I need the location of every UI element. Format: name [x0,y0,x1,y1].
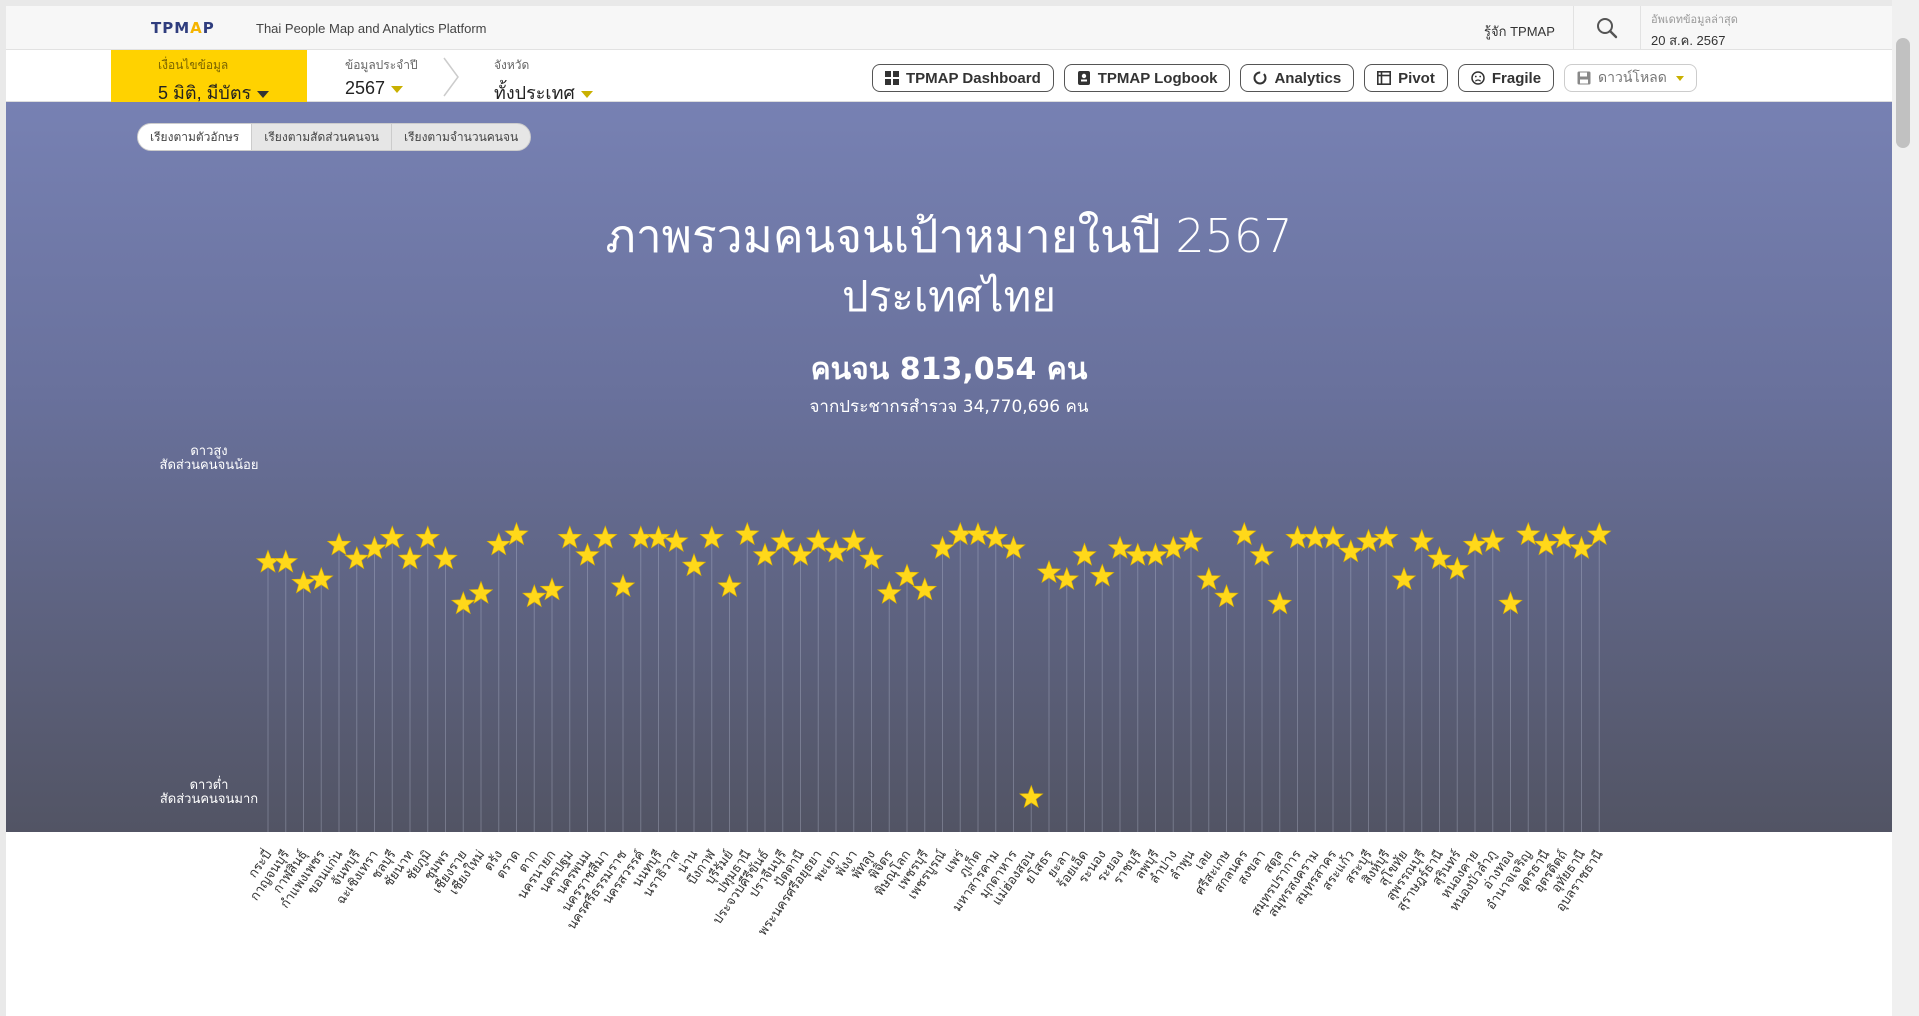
province-label: จังหวัด [494,58,530,72]
year-value: 2567 [345,78,386,98]
analytics-label: Analytics [1274,69,1342,87]
fragile-button[interactable]: Fragile [1457,64,1555,92]
browser-viewport: TPMAP Thai People Map and Analytics Plat… [6,6,1892,1016]
pivot-button[interactable]: Pivot [1364,64,1448,92]
province-star-chart: กระบี่กาญจนบุรีกาฬสินธุ์กำแพงเพชรขอนแก่น… [244,521,1612,939]
logbook-button[interactable]: TPMAP Logbook [1063,64,1231,92]
logbook-label: TPMAP Logbook [1097,69,1218,87]
download-button[interactable]: ดาวน์โหลด [1564,64,1697,92]
chevron-down-icon [1675,75,1684,81]
scrollbar[interactable] [1892,0,1919,1016]
condition-label: เงื่อนไขข้อมูล [158,58,229,72]
last-updated: อัพเดทข้อมูลล่าสุด 20 ส.ค. 2567 [1651,10,1738,51]
nav-buttons: TPMAP Dashboard TPMAP Logbook Analytics … [872,64,1697,92]
province-value: ทั้งประเทศ [494,83,575,103]
year-label: ข้อมูลประจำปี [345,58,418,72]
filter-bar: เงื่อนไขข้อมูล 5 มิติ, มีบัตร ข้อมูลประจ… [6,50,1892,103]
logbook-icon [1077,71,1090,85]
fragile-label: Fragile [1491,69,1542,87]
tpmap-logo[interactable]: TPMAP [151,19,215,37]
dashboard-button[interactable]: TPMAP Dashboard [872,64,1054,92]
logo-star-icon: A [190,19,203,37]
sad-face-icon [1471,71,1485,85]
search-button[interactable] [1573,6,1641,50]
chevron-down-icon [580,90,593,98]
search-icon [1597,18,1618,39]
about-link[interactable]: รู้จัก TPMAP [1484,21,1555,42]
pivot-label: Pivot [1398,69,1435,87]
download-label: ดาวน์โหลด [1598,69,1667,85]
year-filter[interactable]: ข้อมูลประจำปี 2567 [345,56,418,99]
dashboard-label: TPMAP Dashboard [906,69,1041,87]
save-icon [1577,71,1591,85]
chevron-down-icon [257,90,270,98]
province-filter[interactable]: จังหวัด ทั้งประเทศ [494,56,593,107]
last-updated-label: อัพเดทข้อมูลล่าสุด [1651,14,1738,26]
chevron-down-icon [391,85,404,93]
pivot-icon [1377,71,1392,85]
grid-icon [885,71,899,85]
condition-filter[interactable]: เงื่อนไขข้อมูล 5 มิติ, มีบัตร [111,50,307,103]
analytics-button[interactable]: Analytics [1240,64,1355,92]
platform-tagline: Thai People Map and Analytics Platform [256,21,487,36]
scrollbar-thumb[interactable] [1896,38,1910,148]
analytics-icon [1253,71,1267,85]
breadcrumb-separator-icon [443,57,459,97]
condition-value: 5 มิติ, มีบัตร [158,83,252,103]
top-header: TPMAP Thai People Map and Analytics Plat… [6,6,1892,50]
last-updated-value: 20 ส.ค. 2567 [1651,33,1726,48]
